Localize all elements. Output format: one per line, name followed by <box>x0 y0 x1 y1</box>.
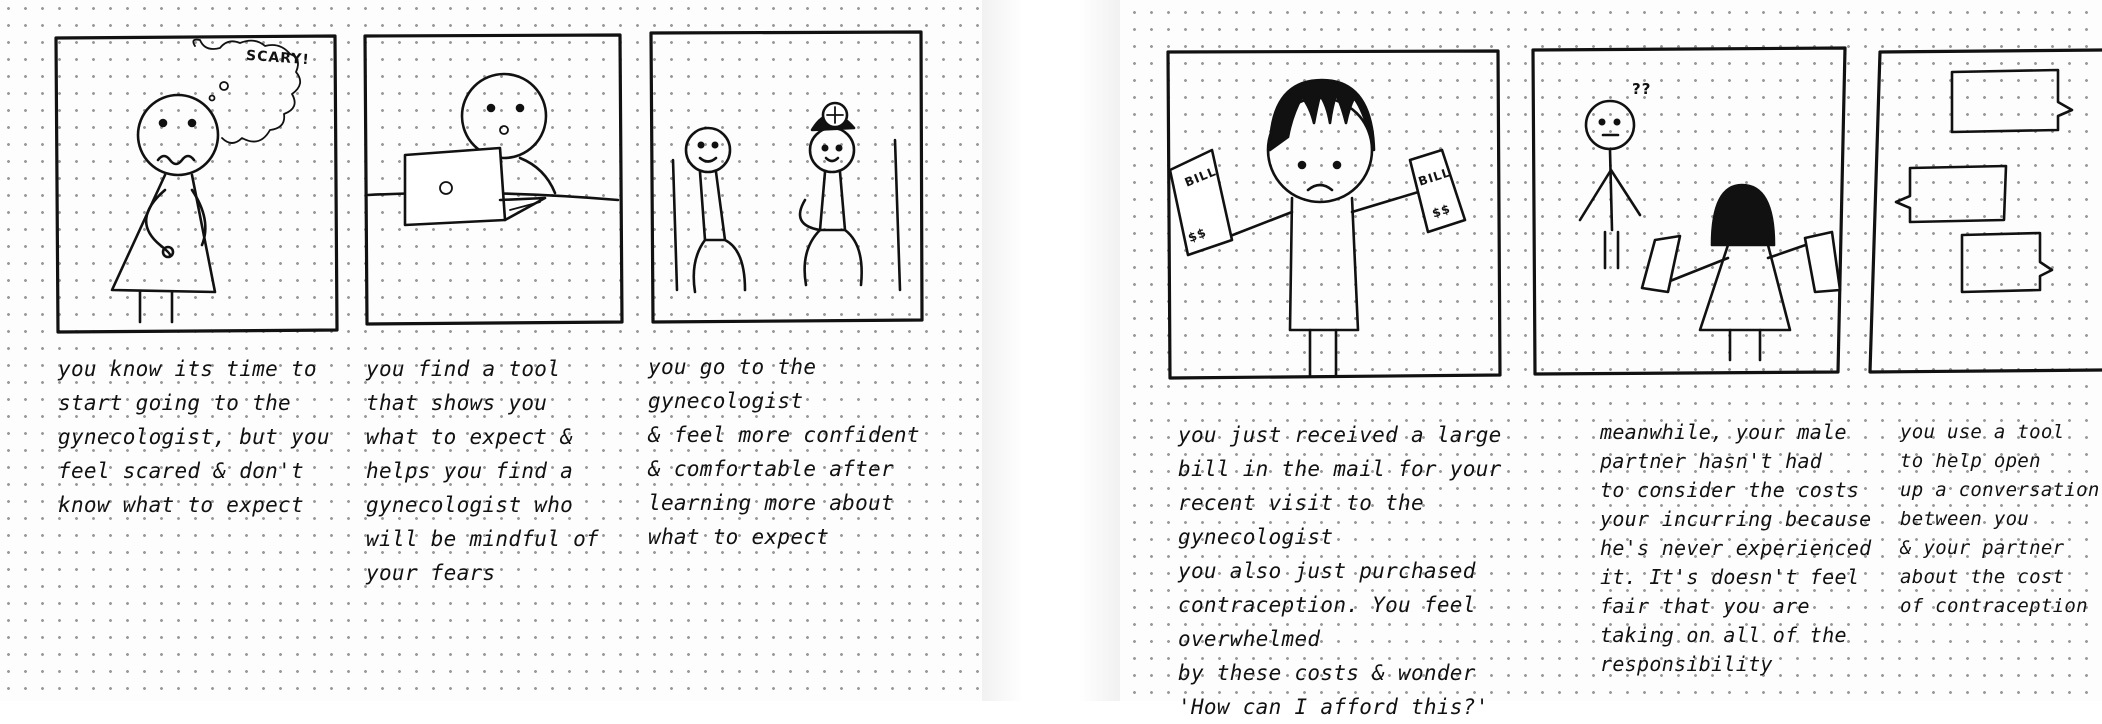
panel-5-caption: meanwhile, your male partner hasn't had … <box>1600 420 1872 676</box>
panel-2-caption: you find a tool that shows you what to e… <box>366 357 599 585</box>
speech-bubble-top <box>1950 68 2074 134</box>
girl-with-laptop <box>366 72 620 227</box>
panel-3-caption: you go to the gynecologist & feel more c… <box>648 355 920 549</box>
partner-figure <box>1578 99 1642 270</box>
doctor-figure <box>798 101 902 292</box>
panel-1 <box>54 34 339 334</box>
panel-6 <box>1868 48 2102 374</box>
speech-bubble-middle <box>1894 164 2008 224</box>
panel-1-frame <box>54 34 339 334</box>
panel-5 <box>1531 46 1847 376</box>
confused-text: ?? <box>1632 80 1652 98</box>
panel-2 <box>363 33 624 326</box>
overwhelmed-girl-figure <box>1218 78 1427 377</box>
panel-3 <box>649 30 924 324</box>
panel-1-caption: you know its time to start going to the … <box>58 357 330 517</box>
panel-4-caption: you just received a large bill in the ma… <box>1178 423 1502 719</box>
scared-girl-figure <box>110 93 220 324</box>
girl-holding-bills <box>1640 183 1842 362</box>
panel-3-frame <box>649 30 924 324</box>
panel-6-frame <box>1868 48 2102 374</box>
speech-bubble-bottom <box>1960 231 2054 294</box>
panel-5-frame <box>1531 46 1847 376</box>
patient-figure <box>671 126 747 294</box>
panel-6-caption: you use a tool to help open up a convers… <box>1900 421 2100 617</box>
bill-right <box>1408 148 1467 234</box>
